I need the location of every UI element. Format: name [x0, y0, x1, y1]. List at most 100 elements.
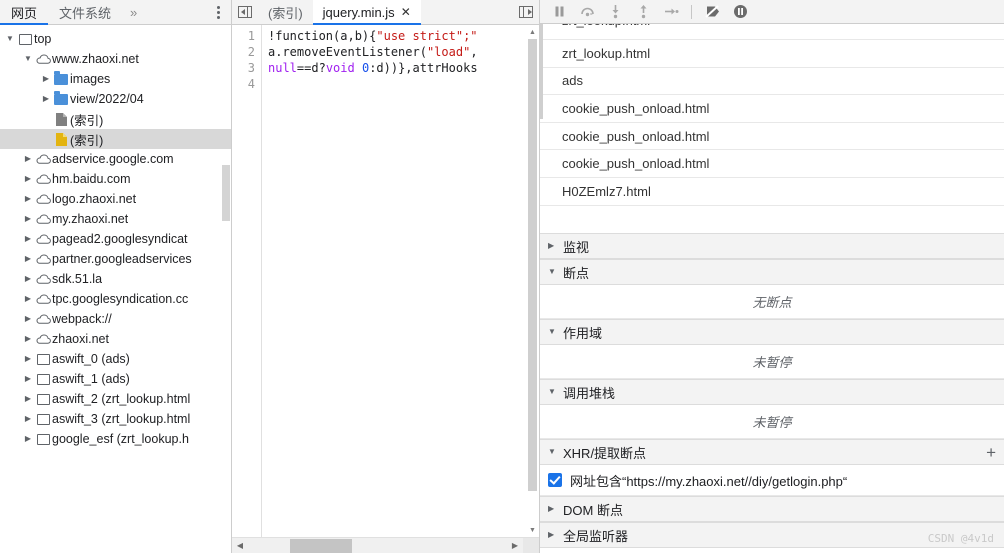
code-line[interactable]: a.removeEventListener("load", — [268, 44, 539, 60]
step-out-button[interactable] — [630, 1, 656, 23]
xhr-breakpoint-row[interactable]: 网址包含“https://my.zhaoxi.net//diy/getlogin… — [540, 465, 1004, 497]
section-header-tail-0[interactable]: ▶ DOM 断点 — [540, 496, 1004, 523]
tree-item[interactable]: sdk.51.la — [0, 269, 231, 289]
chevron-down-icon[interactable]: ▼ — [548, 268, 557, 276]
chevron-right-icon[interactable] — [22, 415, 34, 423]
code-token: "use strict"; — [376, 29, 471, 43]
tree-item[interactable]: aswift_0 (ads) — [0, 349, 231, 369]
chevron-right-icon[interactable] — [22, 355, 34, 363]
editor-scroll-thumb[interactable] — [528, 39, 537, 491]
chevron-right-icon[interactable] — [22, 155, 34, 163]
pause-on-exceptions-button[interactable] — [727, 1, 753, 23]
call-frame-row[interactable]: cookie_push_onload.html — [540, 123, 1004, 151]
navigator-scroll-thumb[interactable] — [222, 165, 230, 221]
file-tree[interactable]: topwww.zhaoxi.net images view/2022/04 (索引) (… — [0, 25, 231, 553]
chevron-right-icon[interactable] — [22, 375, 34, 383]
xhr-breakpoint-checkbox[interactable] — [548, 473, 562, 488]
chevron-right-icon[interactable] — [40, 75, 52, 83]
chevron-down-icon[interactable] — [22, 55, 34, 63]
tab-overflow-icon[interactable]: » — [122, 0, 145, 24]
tree-item[interactable]: zhaoxi.net — [0, 329, 231, 349]
editor-tab-index[interactable]: (索引) — [258, 0, 313, 24]
scroll-right-icon[interactable]: ▶ — [507, 541, 523, 550]
chevron-right-icon[interactable] — [22, 175, 34, 183]
kebab-menu-icon[interactable] — [205, 0, 231, 24]
chevron-right-icon[interactable] — [22, 395, 34, 403]
call-frame-row[interactable]: zrt_lookup.html — [540, 40, 1004, 68]
tree-item[interactable]: my.zhaoxi.net — [0, 209, 231, 229]
code-token: !function(a,b){ — [268, 29, 377, 43]
section-header-0[interactable]: ▶ 监视 — [540, 233, 1004, 260]
code-line[interactable] — [268, 76, 539, 92]
call-frames-list[interactable]: zrt_lookup.html zrt_lookup.htmlads cookie_… — [540, 24, 1004, 233]
editor-hscroll-thumb[interactable] — [290, 538, 352, 553]
chevron-right-icon[interactable] — [22, 235, 34, 243]
chevron-right-icon[interactable] — [22, 195, 34, 203]
chevron-right-icon[interactable] — [22, 335, 34, 343]
show-navigator-icon[interactable] — [232, 0, 258, 24]
call-frame-row[interactable]: zrt_lookup.html — [540, 24, 1004, 40]
scroll-up-icon[interactable]: ▲ — [526, 25, 539, 39]
call-frame-row[interactable]: cookie_push_onload.html — [540, 95, 1004, 123]
chevron-right-icon[interactable] — [22, 295, 34, 303]
call-frame-row[interactable]: H0ZEmlz7.html — [540, 178, 1004, 206]
show-debugger-icon[interactable] — [513, 0, 539, 24]
chevron-right-icon[interactable]: ▶ — [548, 505, 557, 513]
tree-item[interactable]: top — [0, 29, 231, 49]
code-line[interactable]: null==d?void 0:d))},attrHooks — [268, 60, 539, 76]
scroll-down-icon[interactable]: ▼ — [526, 523, 539, 537]
editor-horizontal-scrollbar[interactable]: ◀ ▶ — [232, 537, 539, 553]
section-header-1[interactable]: ▼ 断点 — [540, 259, 1004, 286]
tree-item[interactable]: view/2022/04 — [0, 89, 231, 109]
chevron-right-icon[interactable] — [22, 215, 34, 223]
tree-item[interactable]: partner.googleadservices — [0, 249, 231, 269]
chevron-down-icon[interactable] — [4, 35, 16, 43]
chevron-right-icon[interactable] — [22, 435, 34, 443]
call-frame-row[interactable]: ads — [540, 68, 1004, 96]
code-area[interactable]: 1234 !function(a,b){"use strict";" a.remo… — [232, 25, 539, 537]
chevron-down-icon[interactable]: ▼ — [548, 388, 557, 396]
add-breakpoint-icon[interactable]: + — [986, 444, 996, 461]
chevron-right-icon[interactable]: ▶ — [548, 531, 557, 539]
tree-item[interactable]: aswift_2 (zrt_lookup.html — [0, 389, 231, 409]
tree-item[interactable]: images — [0, 69, 231, 89]
resume-pause-button[interactable] — [546, 1, 572, 23]
tree-item[interactable]: logo.zhaoxi.net — [0, 189, 231, 209]
step-button[interactable] — [658, 1, 684, 23]
tree-item[interactable]: aswift_3 (zrt_lookup.html — [0, 409, 231, 429]
tab-page[interactable]: 网页 — [0, 0, 49, 25]
section-header-2[interactable]: ▼ 作用域 — [540, 319, 1004, 346]
tree-item[interactable]: pagead2.googlesyndicat — [0, 229, 231, 249]
code-line[interactable]: !function(a,b){"use strict";" — [268, 28, 539, 44]
navigator-scrollbar[interactable] — [221, 25, 231, 553]
source-code[interactable]: !function(a,b){"use strict";" a.removeEve… — [262, 25, 539, 537]
tab-filesystem[interactable]: 文件系统 — [48, 0, 122, 24]
section-header-3[interactable]: ▼ 调用堆栈 — [540, 379, 1004, 406]
tree-item[interactable]: (索引) — [0, 109, 231, 129]
step-into-button[interactable] — [602, 1, 628, 23]
tree-item[interactable]: tpc.googlesyndication.cc — [0, 289, 231, 309]
call-frame-row[interactable]: cookie_push_onload.html — [540, 150, 1004, 178]
chevron-right-icon[interactable] — [22, 275, 34, 283]
tree-item[interactable]: hm.baidu.com — [0, 169, 231, 189]
deactivate-breakpoints-button[interactable] — [699, 1, 725, 23]
close-icon[interactable]: ✕ — [401, 5, 411, 19]
scroll-left-icon[interactable]: ◀ — [232, 541, 248, 550]
tree-item[interactable]: (索引) — [0, 129, 231, 149]
chevron-right-icon[interactable] — [40, 95, 52, 103]
chevron-down-icon[interactable]: ▼ — [548, 448, 557, 456]
tree-item[interactable]: adservice.google.com — [0, 149, 231, 169]
step-over-button[interactable] — [574, 1, 600, 23]
tree-item[interactable]: google_esf (zrt_lookup.h — [0, 429, 231, 449]
tree-item[interactable]: www.zhaoxi.net — [0, 49, 231, 69]
chevron-down-icon[interactable]: ▼ — [548, 328, 557, 336]
editor-vertical-scrollbar[interactable]: ▲ ▼ — [526, 25, 539, 537]
tree-item[interactable]: webpack:// — [0, 309, 231, 329]
chevron-right-icon[interactable] — [22, 255, 34, 263]
chevron-right-icon[interactable]: ▶ — [548, 242, 557, 250]
debugger-scroll-thumb[interactable] — [540, 24, 543, 119]
chevron-right-icon[interactable] — [22, 315, 34, 323]
section-header-xhr[interactable]: ▼ XHR/提取断点 + — [540, 439, 1004, 466]
editor-tab-jquery[interactable]: jquery.min.js ✕ — [312, 0, 421, 25]
tree-item[interactable]: aswift_1 (ads) — [0, 369, 231, 389]
